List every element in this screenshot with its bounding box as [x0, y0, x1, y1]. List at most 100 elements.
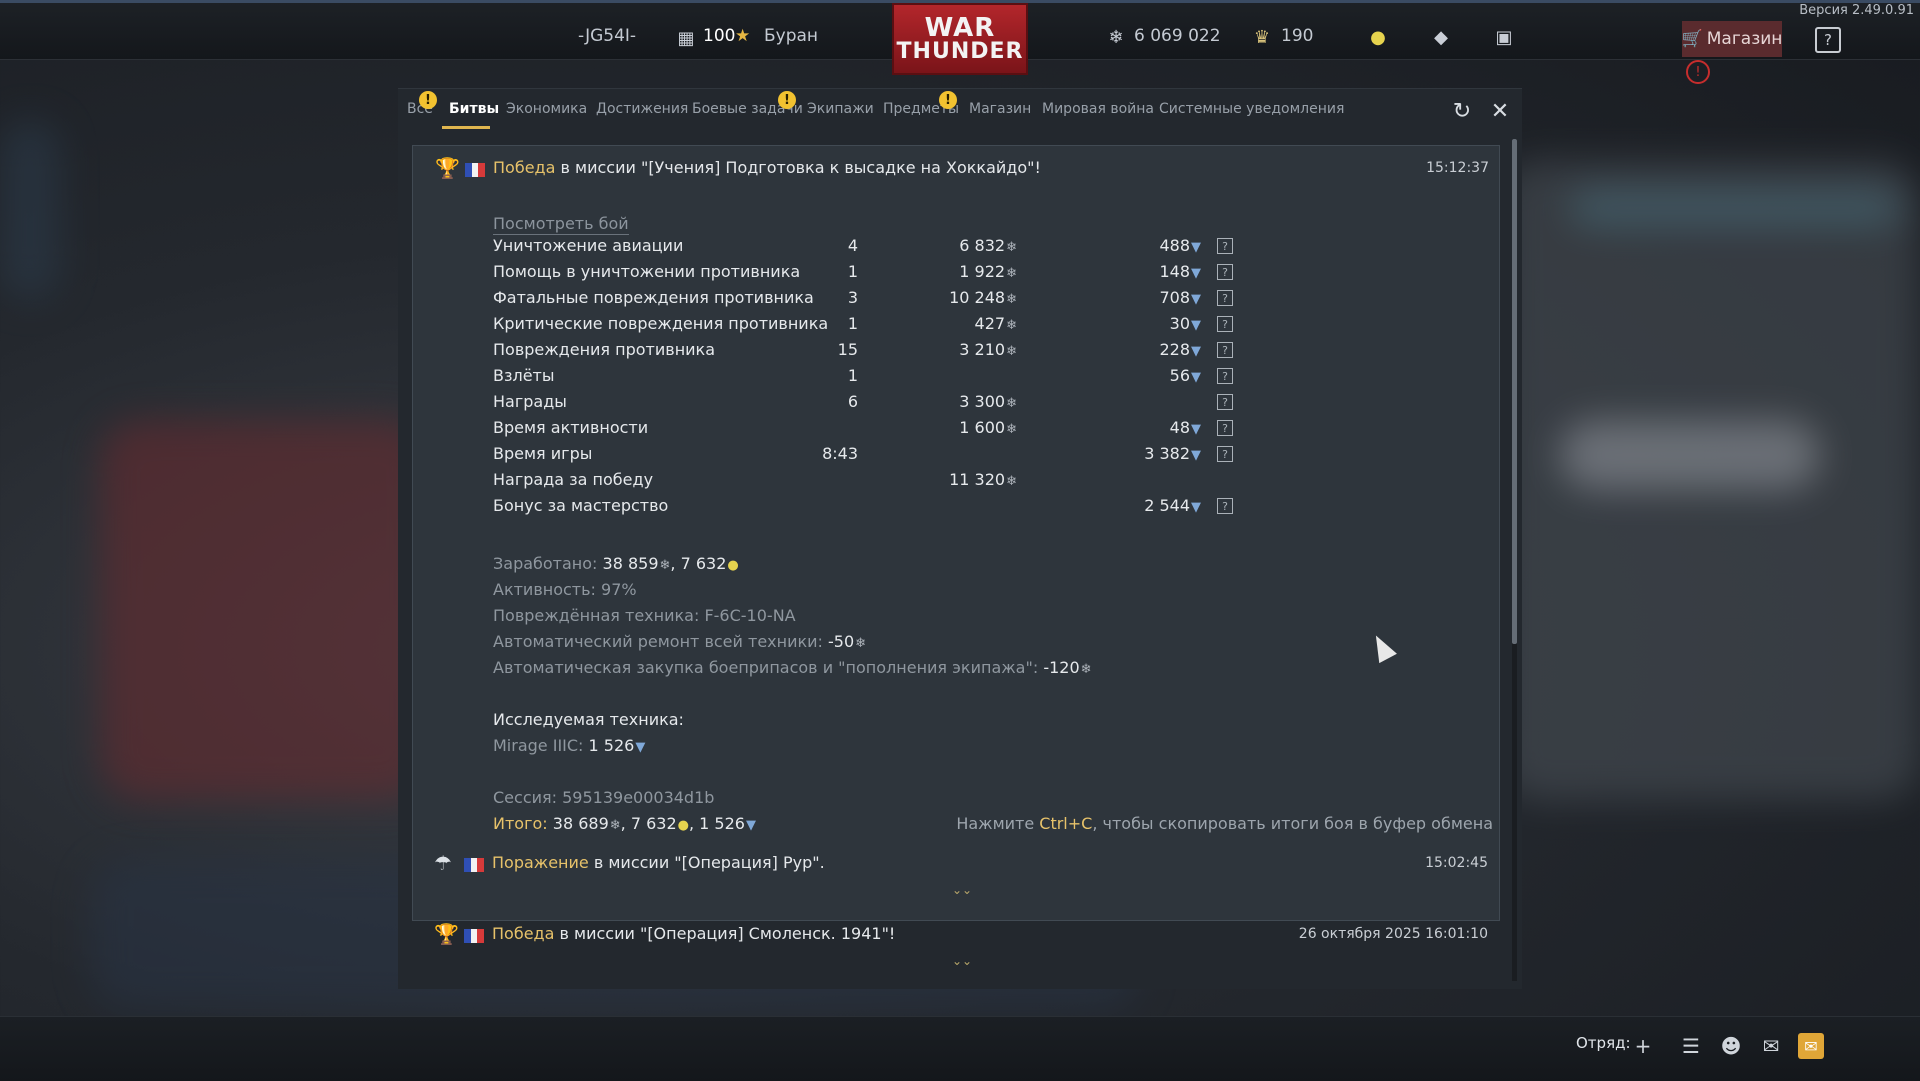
silver-lions-icon: ❄	[1080, 662, 1092, 677]
tab-world-war[interactable]: Мировая война	[1042, 101, 1154, 117]
player-avatar-icon[interactable]: ▦	[672, 24, 700, 52]
background-blur	[1560, 420, 1820, 490]
silver-lions-icon: ❄	[1006, 422, 1017, 437]
golden-eagles-value[interactable]: 190	[1281, 26, 1313, 46]
mission-name: в миссии "[Операция] Смоленск. 1941"!	[554, 924, 896, 943]
info-help-icon[interactable]: ?	[1217, 316, 1233, 332]
tab-shop[interactable]: Магазин	[969, 101, 1031, 117]
stat-row: Время игры 8:43 3 382▼ ?	[493, 442, 1233, 468]
research-points-icon: ▼	[1191, 370, 1201, 385]
help-button[interactable]: ?	[1815, 27, 1841, 53]
golden-eagles-icon: ♛	[1253, 26, 1271, 48]
silver-lions-icon: ❄	[1108, 26, 1124, 48]
stat-rp: 56▼	[1170, 366, 1201, 385]
stat-label: Время активности	[493, 418, 649, 437]
repair-cost: -50	[828, 632, 855, 651]
shop-button[interactable]: 🛒 Магазин	[1682, 21, 1782, 57]
france-flag-icon	[464, 858, 485, 872]
decal-icon[interactable]: ◆	[1427, 23, 1455, 51]
tab-battles[interactable]: Битвы	[449, 101, 499, 117]
stat-sl: 3 300❄	[959, 392, 1017, 411]
scrollbar[interactable]	[1512, 139, 1517, 981]
trophy-icon: 🏆	[434, 922, 459, 946]
stat-rp: 148▼	[1159, 262, 1201, 281]
warning-icon: !	[778, 91, 796, 109]
battle-entry-header[interactable]: 🏆 Победа в миссии "[Операция] Смоленск. …	[412, 912, 1502, 952]
alert-icon[interactable]: !	[1686, 60, 1710, 84]
add-squad-icon[interactable]: +	[1630, 1033, 1656, 1059]
stat-rp: 3 382▼	[1144, 444, 1201, 463]
tab-crews[interactable]: Экипажи	[807, 101, 874, 117]
research-points-icon: ▼	[745, 818, 756, 833]
tab-battle-tasks[interactable]: Боевые задачи !	[692, 91, 803, 117]
stat-label: Критические повреждения противника	[493, 314, 829, 333]
activity-summary: Активность: 97%	[493, 580, 637, 599]
total-sl: 38 689	[552, 814, 609, 833]
lightbulb-icon: ●	[727, 558, 739, 573]
research-points-icon: ▼	[1191, 292, 1201, 307]
rp-value: 30	[1169, 314, 1190, 333]
battle-entry-header[interactable]: 🏆 Победа в миссии "[Учения] Подготовка к…	[413, 146, 1503, 186]
chat-icon[interactable]: ✉	[1758, 1033, 1784, 1059]
list-icon[interactable]: ☰	[1678, 1033, 1704, 1059]
battle-entry-collapsed[interactable]: 🏆 Победа в миссии "[Операция] Смоленск. …	[412, 912, 1500, 972]
tab-bar: Все ! Битвы Экономика Достижения Боевые …	[398, 89, 1522, 129]
info-help-icon[interactable]: ?	[1217, 238, 1233, 254]
parachute-icon: ☂	[434, 851, 452, 875]
chevron-down-icon[interactable]: ⌄⌄	[952, 954, 972, 968]
squadron-name[interactable]: Буран	[764, 26, 818, 46]
lightbulb-icon[interactable]: ●	[1364, 23, 1392, 51]
france-flag-icon	[464, 929, 485, 943]
battle-entry-header[interactable]: ☂ Поражение в миссии "[Операция] Рур". 1…	[412, 841, 1502, 881]
player-name[interactable]: -JG54I-	[578, 26, 636, 46]
close-icon[interactable]: ✕	[1488, 99, 1512, 124]
silver-lions-value[interactable]: 6 069 022	[1134, 26, 1221, 46]
mail-icon[interactable]: ✉	[1798, 1033, 1824, 1059]
stat-sl: 11 320❄	[949, 470, 1017, 489]
battle-entry-collapsed[interactable]: ☂ Поражение в миссии "[Операция] Рур". 1…	[412, 841, 1500, 901]
stat-count: 1	[847, 262, 858, 281]
silver-lions-icon: ❄	[1006, 396, 1017, 411]
ammo-label: Автоматическая закупка боеприпасов и "по…	[493, 658, 1044, 677]
damaged-vehicles: Повреждённая техника: F-6C-10-NA	[493, 606, 796, 625]
stat-count: 1	[847, 366, 858, 385]
game-logo[interactable]: WAR THUNDER	[892, 3, 1028, 75]
refresh-icon[interactable]: ↻	[1450, 99, 1474, 124]
battle-time: 26 октября 2025 16:01:10	[1298, 926, 1488, 942]
stat-label: Награда за победу	[493, 470, 654, 489]
info-help-icon[interactable]: ?	[1217, 420, 1233, 436]
view-battle-link[interactable]: Посмотреть бой	[493, 214, 629, 235]
battle-title: Победа в миссии "[Операция] Смоленск. 19…	[492, 924, 895, 943]
stat-rp: 708▼	[1159, 288, 1201, 307]
rp-value: 48	[1169, 418, 1190, 437]
info-help-icon[interactable]: ?	[1217, 394, 1233, 410]
tab-items[interactable]: Предметы !	[883, 91, 959, 117]
auto-ammo-purchase: Автоматическая закупка боеприпасов и "по…	[493, 658, 1092, 677]
earned-convertible-rp: 7 632	[680, 554, 727, 573]
info-help-icon[interactable]: ?	[1217, 264, 1233, 280]
stat-row: Помощь в уничтожении противника 1 1 922❄…	[493, 260, 1233, 286]
mission-name: в миссии "[Учения] Подготовка к высадке …	[555, 158, 1041, 177]
stat-row: Фатальные повреждения противника 3 10 24…	[493, 286, 1233, 312]
tab-achievements[interactable]: Достижения	[596, 101, 688, 117]
chevron-down-icon[interactable]: ⌄⌄	[952, 883, 972, 897]
stat-label: Уничтожение авиации	[493, 236, 684, 255]
info-help-icon[interactable]: ?	[1217, 342, 1233, 358]
info-help-icon[interactable]: ?	[1217, 446, 1233, 462]
info-help-icon[interactable]: ?	[1217, 368, 1233, 384]
tab-system-notifications[interactable]: Системные уведомления	[1159, 101, 1344, 117]
coupon-icon[interactable]: ▣	[1490, 23, 1518, 51]
copy-hint: Нажмите Ctrl+C, чтобы скопировать итоги …	[956, 814, 1493, 833]
warning-icon: !	[939, 91, 957, 109]
tab-all[interactable]: Все !	[407, 91, 437, 117]
sl-value: 6 832	[959, 236, 1006, 255]
scrollbar-thumb[interactable]	[1512, 139, 1517, 644]
sl-value: 1 922	[959, 262, 1006, 281]
silver-lions-icon: ❄	[1006, 474, 1017, 489]
stat-sl: 427❄	[975, 314, 1017, 333]
rp-value: 708	[1159, 288, 1190, 307]
tab-economy[interactable]: Экономика	[506, 101, 587, 117]
info-help-icon[interactable]: ?	[1217, 498, 1233, 514]
info-help-icon[interactable]: ?	[1217, 290, 1233, 306]
contacts-icon[interactable]: ☻	[1718, 1033, 1744, 1059]
